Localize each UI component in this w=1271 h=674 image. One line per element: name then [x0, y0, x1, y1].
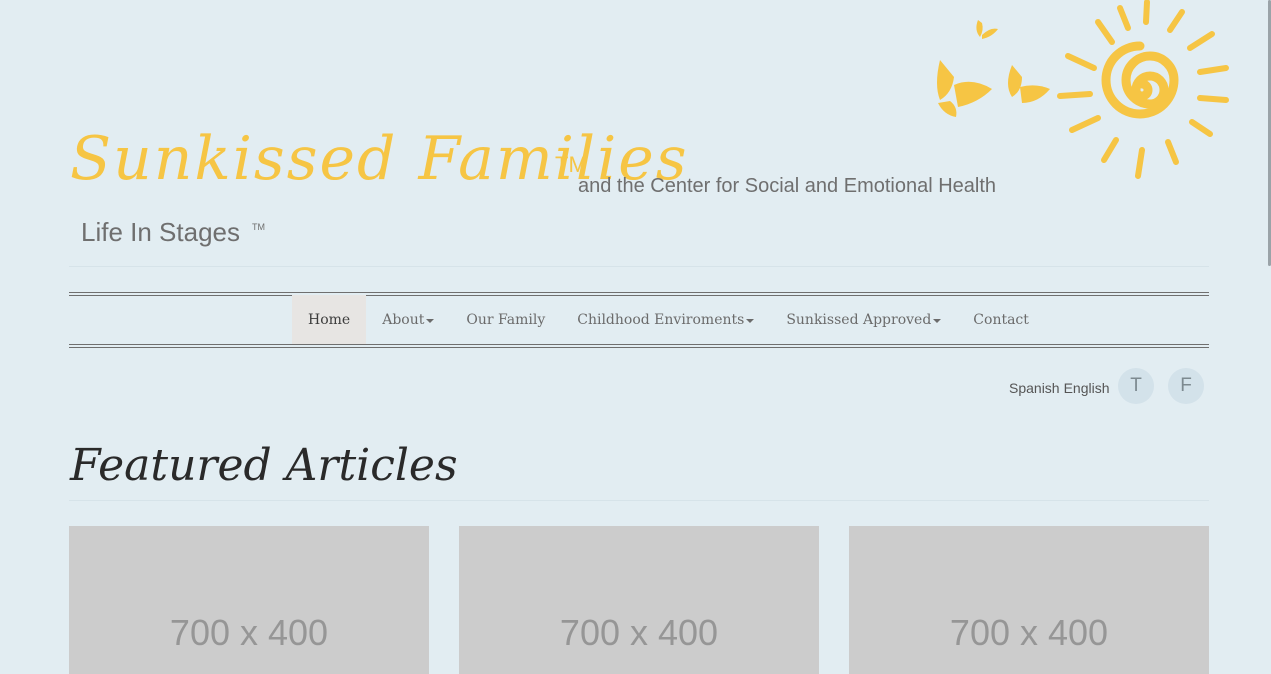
nav-item-label: About [382, 312, 425, 328]
nav-item-label: Childhood Enviroments [577, 312, 745, 328]
nav-item-home[interactable]: Home [292, 295, 367, 345]
caret-down-icon [933, 319, 942, 323]
nav-item-label: Home [308, 312, 351, 328]
nav-top-border [69, 292, 1209, 293]
nav-bottom-border [69, 347, 1209, 348]
language-switcher: Spanish English [1009, 380, 1110, 396]
nav-item-about[interactable]: About [366, 295, 450, 345]
divider [69, 500, 1209, 501]
image-placeholder-label: 700 x 400 [949, 612, 1109, 653]
subtitle-trademark: TM [252, 222, 265, 232]
nav-item-our-family[interactable]: Our Family [450, 295, 561, 345]
site-subtitle: Life In Stages [81, 217, 240, 247]
sun-icon [1057, 0, 1229, 179]
main-navbar: Home About Our Family Childhood Envirome… [69, 292, 1209, 348]
divider [69, 266, 1209, 267]
caret-down-icon [746, 319, 755, 323]
article-card-image[interactable]: 700 x 400 [459, 526, 819, 674]
nav-bottom-border-inner [69, 344, 1209, 345]
twitter-icon: T [1130, 375, 1142, 396]
facebook-button[interactable]: F [1168, 368, 1204, 404]
caret-down-icon [426, 319, 435, 323]
butterfly-icon [937, 20, 1050, 117]
image-placeholder-label: 700 x 400 [559, 612, 719, 653]
nav-item-label: Contact [973, 312, 1029, 328]
nav-item-label: Sunkissed Approved [786, 312, 932, 328]
site-tagline: and the Center for Social and Emotional … [578, 175, 997, 197]
nav-item-sunkissed-approved[interactable]: Sunkissed Approved [770, 295, 957, 345]
nav-item-childhood-environments[interactable]: Childhood Enviroments [561, 295, 770, 345]
twitter-button[interactable]: T [1118, 368, 1154, 404]
nav-item-contact[interactable]: Contact [957, 295, 1045, 345]
image-placeholder-label: 700 x 400 [169, 612, 329, 653]
nav-menu: Home About Our Family Childhood Envirome… [292, 295, 1045, 345]
language-english-link[interactable]: English [1064, 380, 1110, 396]
facebook-icon: F [1180, 375, 1192, 396]
article-card-image[interactable]: 700 x 400 [69, 526, 429, 674]
nav-item-label: Our Family [466, 312, 546, 328]
language-spanish-link[interactable]: Spanish [1009, 380, 1060, 396]
featured-articles-heading: Featured Articles [70, 440, 458, 491]
article-card-image[interactable]: 700 x 400 [849, 526, 1209, 674]
